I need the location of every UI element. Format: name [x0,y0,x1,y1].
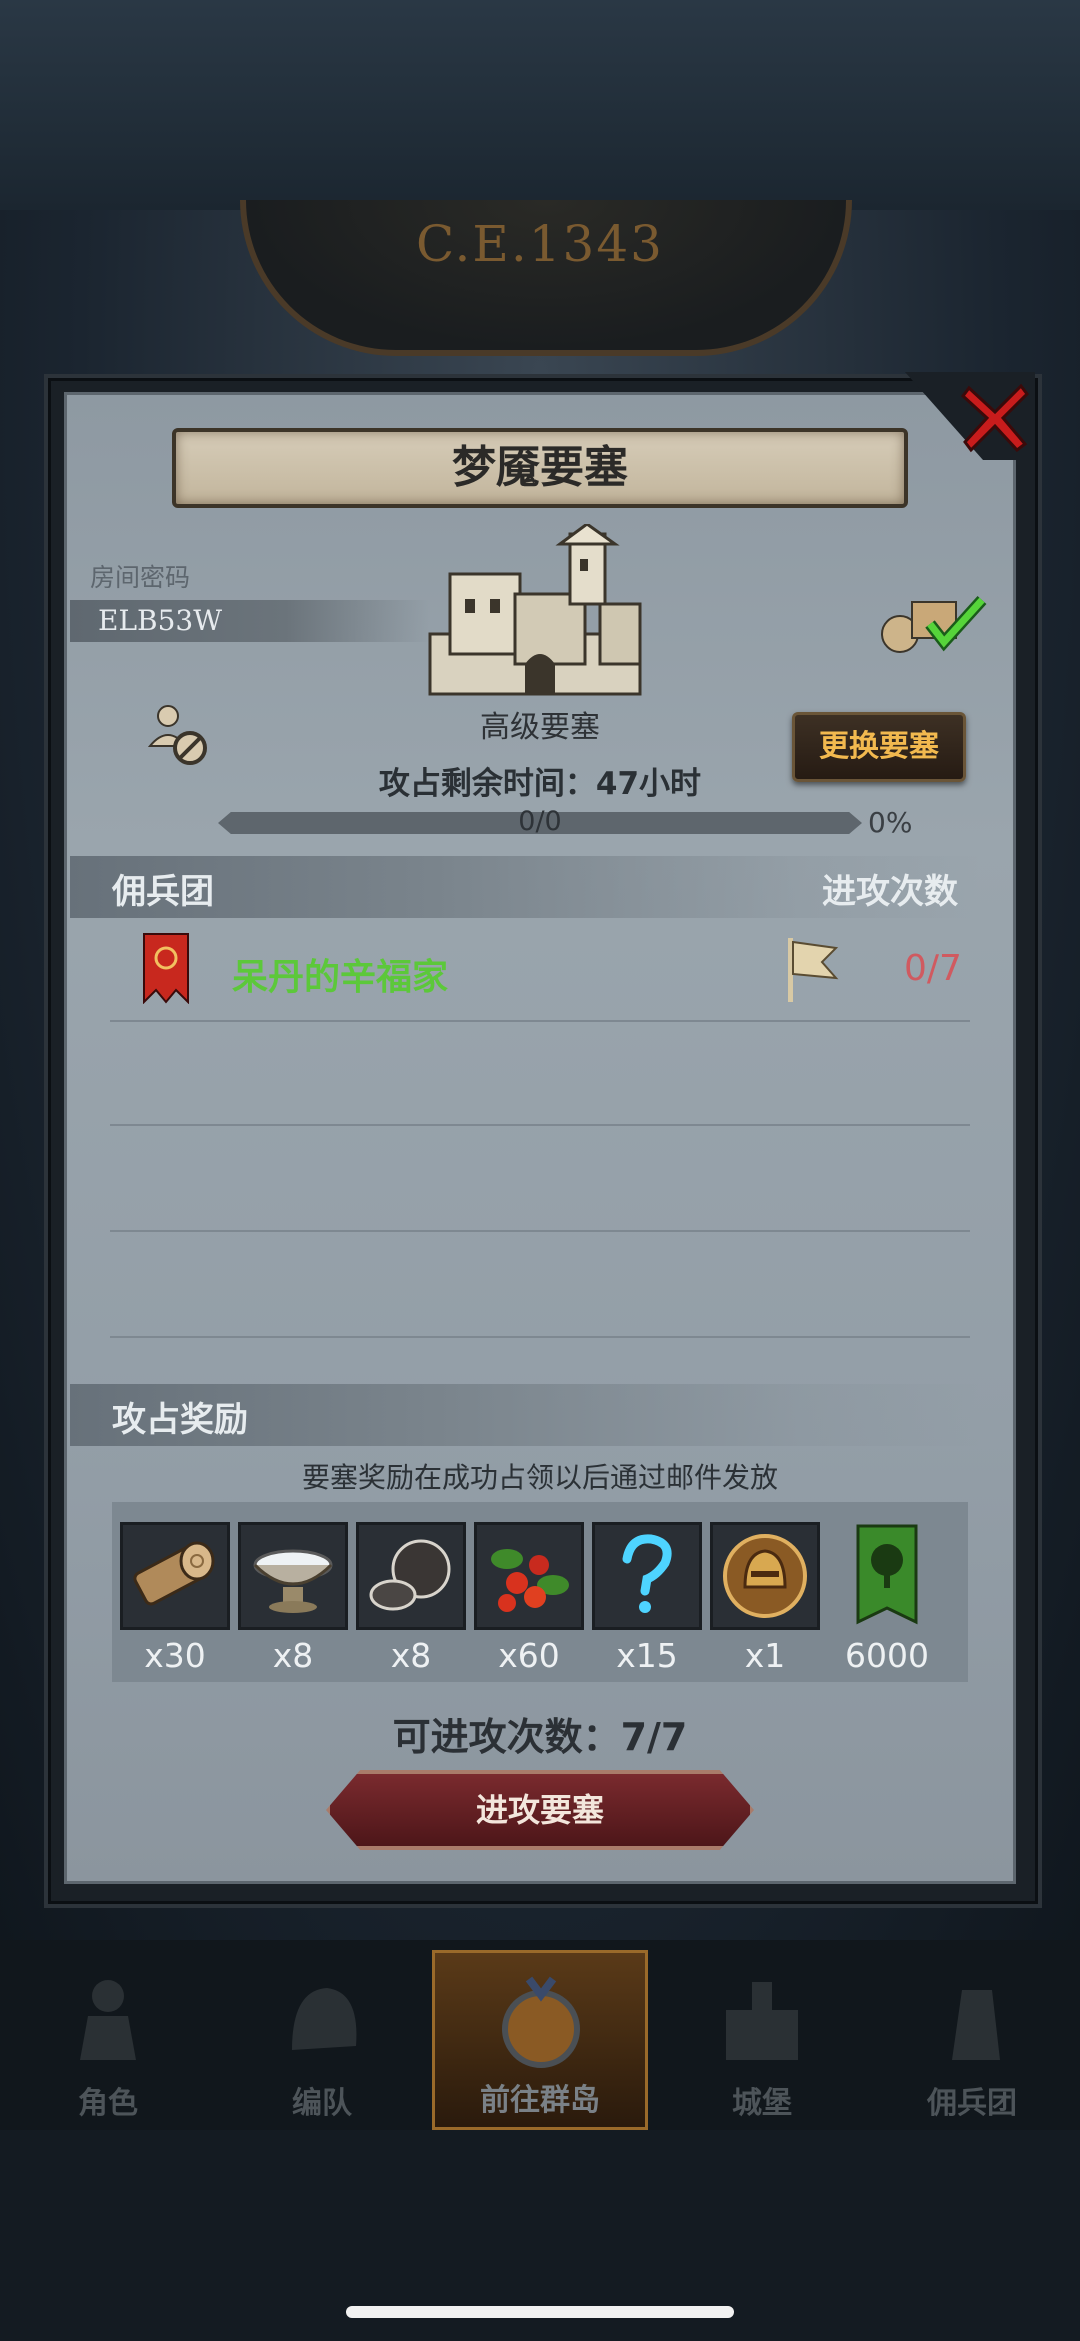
red-banner-icon [142,932,190,1005]
dialog-title: 梦魇要塞 [452,442,628,493]
attack-fortress-label[interactable]: 进攻要塞 [326,1770,754,1850]
nav-character[interactable]: 角色 [8,1950,208,2130]
remaining-attacks: 可进攻次数：7/7 [392,1715,688,1759]
status-area [0,0,1080,210]
reward-qty: x8 [390,1636,432,1675]
reward-qty: x1 [744,1636,786,1675]
nav-label: 前往群岛 [480,2083,600,2118]
nav-islands[interactable]: 前往群岛 [432,1950,648,2130]
era-date: C.E.1343 [415,215,664,273]
rewards-note: 要塞奖励在成功占领以后通过邮件发放 [301,1461,778,1494]
castle-icon [726,1982,798,2060]
nav-label: 角色 [78,2086,138,2121]
reward-qty: x60 [498,1636,560,1675]
progress-percent: 0% [868,806,913,839]
helmet-icon [292,1988,357,2050]
progress-count: 0/0 [518,806,562,837]
row-divider [110,1124,970,1126]
attack-count-header: 进攻次数 [822,872,958,912]
user-blocked-icon[interactable] [146,700,216,770]
row-divider [110,1336,970,1338]
mercenary-name[interactable]: 呆丹的辛福家 [232,948,448,1000]
room-password-label: 房间密码 [90,563,191,592]
knight-helmet-icon[interactable] [710,1522,820,1630]
tree-banner-icon[interactable] [842,1522,932,1630]
nav-label: 佣兵团 [927,2086,1017,2121]
change-fortress-button[interactable]: 更换要塞 [792,712,966,782]
reward-qty: 6000 [845,1636,929,1675]
home-indicator[interactable] [346,2306,734,2318]
nav-castle[interactable]: 城堡 [662,1950,862,2130]
remaining-time: 攻占剩余时间：47小时 [378,766,702,802]
knight-icon [80,1980,136,2060]
mercenary-attack-count: 0/7 [904,948,962,989]
fortress-level: 高级要塞 [480,710,600,745]
flag-icon [782,934,842,1004]
truffle-icon[interactable] [356,1522,466,1630]
resource-bags-check-icon[interactable] [876,588,996,658]
room-code[interactable]: ELB53W [98,604,222,637]
fortress-icon [420,522,660,704]
compass-globe-icon [502,1976,580,2068]
nav-formation[interactable]: 编队 [222,1950,422,2130]
nav-mercenary[interactable]: 佣兵团 [872,1950,1072,2130]
mercenary-icon [952,1990,1000,2060]
rewards-header: 攻占奖励 [112,1400,248,1440]
question-mark-icon[interactable] [592,1522,702,1630]
wood-log-icon[interactable] [120,1522,230,1630]
reward-qty: x15 [616,1636,678,1675]
nav-label: 城堡 [732,2086,792,2121]
row-divider [110,1230,970,1232]
row-divider [110,1020,970,1022]
berries-icon[interactable] [474,1522,584,1630]
mercenary-header: 佣兵团 [112,872,214,912]
reward-qty: x8 [272,1636,314,1675]
flour-bowl-icon[interactable] [238,1522,348,1630]
reward-qty: x30 [144,1636,206,1675]
close-icon[interactable] [955,378,1035,458]
nav-label: 编队 [292,2086,352,2121]
